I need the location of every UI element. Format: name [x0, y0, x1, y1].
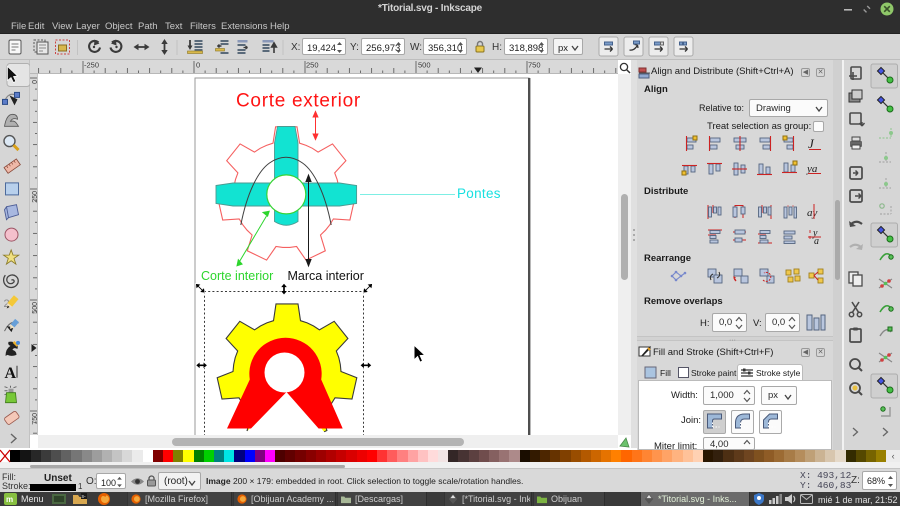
svg-text:m: m — [6, 495, 13, 504]
svg-text:Pontes: Pontes — [457, 186, 501, 201]
svg-text:A: A — [5, 365, 17, 382]
svg-text:-250: -250 — [84, 61, 99, 70]
svg-text:s-: s- — [82, 494, 87, 500]
svg-text:Corte exterior: Corte exterior — [236, 91, 361, 112]
svg-text:0: 0 — [196, 61, 200, 70]
svg-text:a: a — [814, 236, 819, 247]
svg-text:Marca interior: Marca interior — [288, 269, 364, 283]
svg-text:J: J — [808, 136, 815, 151]
svg-text:250: 250 — [306, 61, 319, 70]
svg-text:500: 500 — [418, 61, 431, 70]
svg-text:Corte interior: Corte interior — [201, 269, 273, 283]
svg-text:750: 750 — [528, 61, 541, 70]
svg-text:ay: ay — [807, 207, 818, 219]
